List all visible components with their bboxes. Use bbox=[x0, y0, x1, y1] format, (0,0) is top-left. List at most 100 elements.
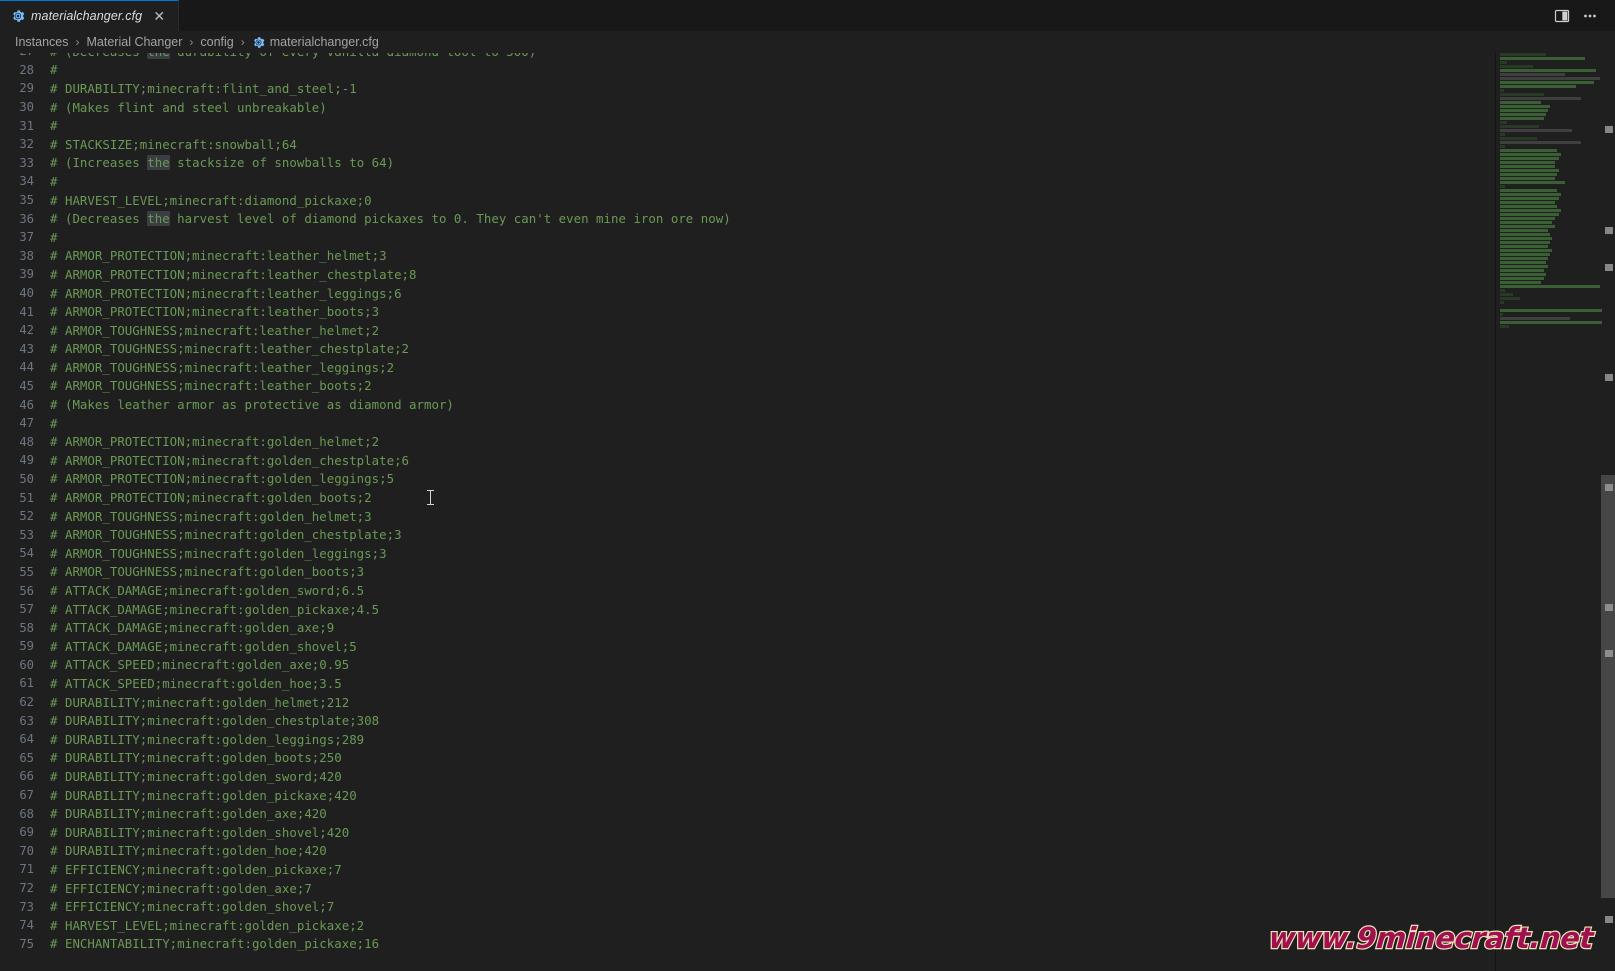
code-text: # ATTACK_SPEED;minecraft:golden_hoe;3.5 bbox=[50, 675, 342, 691]
code-text: # ARMOR_PROTECTION;minecraft:golden_boot… bbox=[50, 490, 372, 506]
code-line[interactable]: 48 # ARMOR_PROTECTION;minecraft:golden_he… bbox=[0, 432, 1495, 451]
vscode-window: materialchanger.cfg ✕ Instances › Materi… bbox=[0, 0, 1615, 971]
code-line[interactable]: 58 # ATTACK_DAMAGE;minecraft:golden_axe;9 bbox=[0, 618, 1495, 637]
minimap-line bbox=[1500, 233, 1551, 236]
more-actions-icon[interactable] bbox=[1577, 3, 1603, 29]
code-line[interactable]: 60 # ATTACK_SPEED;minecraft:golden_axe;0.… bbox=[0, 656, 1495, 675]
code-text: # ARMOR_PROTECTION;minecraft:golden_ches… bbox=[50, 452, 410, 468]
line-number: 53 bbox=[19, 527, 34, 542]
scrollbar-thumb[interactable] bbox=[1601, 475, 1615, 898]
breadcrumb-label: materialchanger.cfg bbox=[269, 35, 379, 49]
code-line[interactable]: 31 # bbox=[0, 116, 1495, 135]
code-line[interactable]: 41 # ARMOR_PROTECTION;minecraft:leather_b… bbox=[0, 302, 1495, 321]
code-line[interactable]: 33 # (Increases the stacksize of snowball… bbox=[0, 154, 1495, 173]
line-number: 73 bbox=[19, 899, 34, 914]
split-editor-right-icon[interactable] bbox=[1549, 3, 1575, 29]
code-line[interactable]: 51 # ARMOR_PROTECTION;minecraft:golden_bo… bbox=[0, 488, 1495, 507]
code-text: # EFFICIENCY;minecraft:golden_shovel;7 bbox=[50, 899, 335, 915]
code-line[interactable]: 32 # STACKSIZE;minecraft:snowball;64 bbox=[0, 135, 1495, 154]
code-line[interactable]: 75 # ENCHANTABILITY;minecraft:golden_pick… bbox=[0, 935, 1495, 954]
code-line[interactable]: 55 # ARMOR_TOUGHNESS;minecraft:golden_boo… bbox=[0, 563, 1495, 582]
code-line[interactable]: 38 # ARMOR_PROTECTION;minecraft:leather_h… bbox=[0, 247, 1495, 266]
code-line[interactable]: 43 # ARMOR_TOUGHNESS;minecraft:leather_ch… bbox=[0, 340, 1495, 359]
code-line[interactable]: 70 # DURABILITY;minecraft:golden_hoe;420 bbox=[0, 842, 1495, 861]
close-icon[interactable]: ✕ bbox=[150, 7, 168, 25]
code-line[interactable]: 65 # DURABILITY;minecraft:golden_boots;25… bbox=[0, 749, 1495, 768]
code-line[interactable]: 72 # EFFICIENCY;minecraft:golden_axe;7 bbox=[0, 879, 1495, 898]
code-line[interactable]: 54 # ARMOR_TOUGHNESS;minecraft:golden_leg… bbox=[0, 544, 1495, 563]
code-text: # ARMOR_TOUGHNESS;minecraft:leather_helm… bbox=[50, 322, 380, 338]
minimap-line bbox=[1500, 165, 1555, 168]
code-line[interactable]: 67 # DURABILITY;minecraft:golden_pickaxe;… bbox=[0, 786, 1495, 805]
breadcrumb-item-instances[interactable]: Instances bbox=[14, 35, 70, 49]
code-line[interactable]: 66 # DURABILITY;minecraft:golden_sword;42… bbox=[0, 767, 1495, 786]
code-line[interactable]: 40 # ARMOR_PROTECTION;minecraft:leather_l… bbox=[0, 284, 1495, 303]
code-line[interactable]: 71 # EFFICIENCY;minecraft:golden_pickaxe;… bbox=[0, 860, 1495, 879]
code-line[interactable]: 63 # DURABILITY;minecraft:golden_chestpla… bbox=[0, 711, 1495, 730]
minimap-line bbox=[1500, 205, 1557, 208]
minimap-line bbox=[1500, 117, 1544, 120]
code-line[interactable]: 56 # ATTACK_DAMAGE;minecraft:golden_sword… bbox=[0, 581, 1495, 600]
code-text: # DURABILITY;minecraft:golden_helmet;212 bbox=[50, 694, 350, 710]
code-line[interactable]: 61 # ATTACK_SPEED;minecraft:golden_hoe;3.… bbox=[0, 674, 1495, 693]
code-line[interactable]: 28 # bbox=[0, 61, 1495, 80]
line-number: 35 bbox=[19, 193, 34, 208]
code-editor-text-area[interactable]: 27# (Decreases the durability of every v… bbox=[0, 53, 1495, 971]
line-number: 37 bbox=[19, 230, 34, 245]
code-line[interactable]: 39 # ARMOR_PROTECTION;minecraft:leather_c… bbox=[0, 265, 1495, 284]
breadcrumb-item-material-changer[interactable]: Material Changer bbox=[86, 35, 184, 49]
scrollbar-match-marker bbox=[1605, 603, 1613, 611]
line-number: 50 bbox=[19, 471, 34, 486]
code-line[interactable]: 46 # (Makes leather armor as protective a… bbox=[0, 395, 1495, 414]
code-line[interactable]: 37 # bbox=[0, 228, 1495, 247]
scrollbar-match-marker bbox=[1605, 126, 1613, 134]
code-text: # STACKSIZE;minecraft:snowball;64 bbox=[50, 136, 297, 152]
code-line[interactable]: 74 # HARVEST_LEVEL;minecraft:golden_picka… bbox=[0, 916, 1495, 935]
minimap-line bbox=[1500, 229, 1548, 232]
minimap-line bbox=[1500, 181, 1566, 184]
line-number: 63 bbox=[19, 713, 34, 728]
code-line[interactable]: 50 # ARMOR_PROTECTION;minecraft:golden_le… bbox=[0, 470, 1495, 489]
code-line[interactable]: 30 # (Makes flint and steel unbreakable) bbox=[0, 98, 1495, 117]
code-line[interactable]: 35 # HARVEST_LEVEL;minecraft:diamond_pick… bbox=[0, 191, 1495, 210]
code-line[interactable]: 45 # ARMOR_TOUGHNESS;minecraft:leather_bo… bbox=[0, 377, 1495, 396]
code-line[interactable]: 44 # ARMOR_TOUGHNESS;minecraft:leather_le… bbox=[0, 358, 1495, 377]
code-line[interactable]: 68 # DURABILITY;minecraft:golden_axe;420 bbox=[0, 804, 1495, 823]
code-line[interactable]: 69 # DURABILITY;minecraft:golden_shovel;4… bbox=[0, 823, 1495, 842]
tab-materialchanger-cfg[interactable]: materialchanger.cfg ✕ bbox=[0, 0, 180, 31]
code-line[interactable]: 59 # ATTACK_DAMAGE;minecraft:golden_shove… bbox=[0, 637, 1495, 656]
code-line[interactable]: 36 # (Decreases the harvest level of diam… bbox=[0, 209, 1495, 228]
breadcrumb-item-config[interactable]: config bbox=[199, 35, 234, 49]
code-line[interactable]: 64 # DURABILITY;minecraft:golden_leggings… bbox=[0, 730, 1495, 749]
line-number: 71 bbox=[19, 862, 34, 877]
line-number: 55 bbox=[19, 564, 34, 579]
minimap-line bbox=[1500, 253, 1551, 256]
breadcrumb-item-materialchanger-cfg[interactable]: materialchanger.cfg bbox=[251, 35, 380, 49]
minimap-line bbox=[1500, 197, 1559, 200]
minimap[interactable] bbox=[1495, 53, 1615, 971]
minimap-line bbox=[1500, 185, 1506, 188]
minimap-line bbox=[1500, 297, 1520, 300]
code-text: # DURABILITY;minecraft:golden_boots;250 bbox=[50, 750, 342, 766]
code-line[interactable]: 29 # DURABILITY;minecraft:flint_and_steel… bbox=[0, 79, 1495, 98]
code-line[interactable]: 57 # ATTACK_DAMAGE;minecraft:golden_picka… bbox=[0, 600, 1495, 619]
code-line[interactable]: 49 # ARMOR_PROTECTION;minecraft:golden_ch… bbox=[0, 451, 1495, 470]
minimap-line bbox=[1500, 257, 1548, 260]
scrollbar-match-marker bbox=[1605, 915, 1613, 923]
code-line[interactable]: 47 # bbox=[0, 414, 1495, 433]
minimap-lines bbox=[1500, 53, 1609, 971]
code-line[interactable]: 62 # DURABILITY;minecraft:golden_helmet;2… bbox=[0, 693, 1495, 712]
vertical-scrollbar[interactable] bbox=[1601, 53, 1615, 971]
code-line[interactable]: 53 # ARMOR_TOUGHNESS;minecraft:golden_che… bbox=[0, 525, 1495, 544]
line-number: 65 bbox=[19, 750, 34, 765]
line-number: 32 bbox=[19, 137, 34, 152]
line-number: 48 bbox=[19, 434, 34, 449]
code-line[interactable]: 52 # ARMOR_TOUGHNESS;minecraft:golden_hel… bbox=[0, 507, 1495, 526]
code-text: # (Makes leather armor as protective as … bbox=[50, 397, 454, 413]
code-line[interactable]: 34 # bbox=[0, 172, 1495, 191]
code-line[interactable]: 42 # ARMOR_TOUGHNESS;minecraft:leather_he… bbox=[0, 321, 1495, 340]
code-line[interactable]: 73 # EFFICIENCY;minecraft:golden_shovel;7 bbox=[0, 897, 1495, 916]
code-line[interactable]: 27# (Decreases the durability of every v… bbox=[0, 53, 1495, 61]
line-number: 58 bbox=[19, 620, 34, 635]
code-text: # ARMOR_TOUGHNESS;minecraft:leather_boot… bbox=[50, 378, 372, 394]
